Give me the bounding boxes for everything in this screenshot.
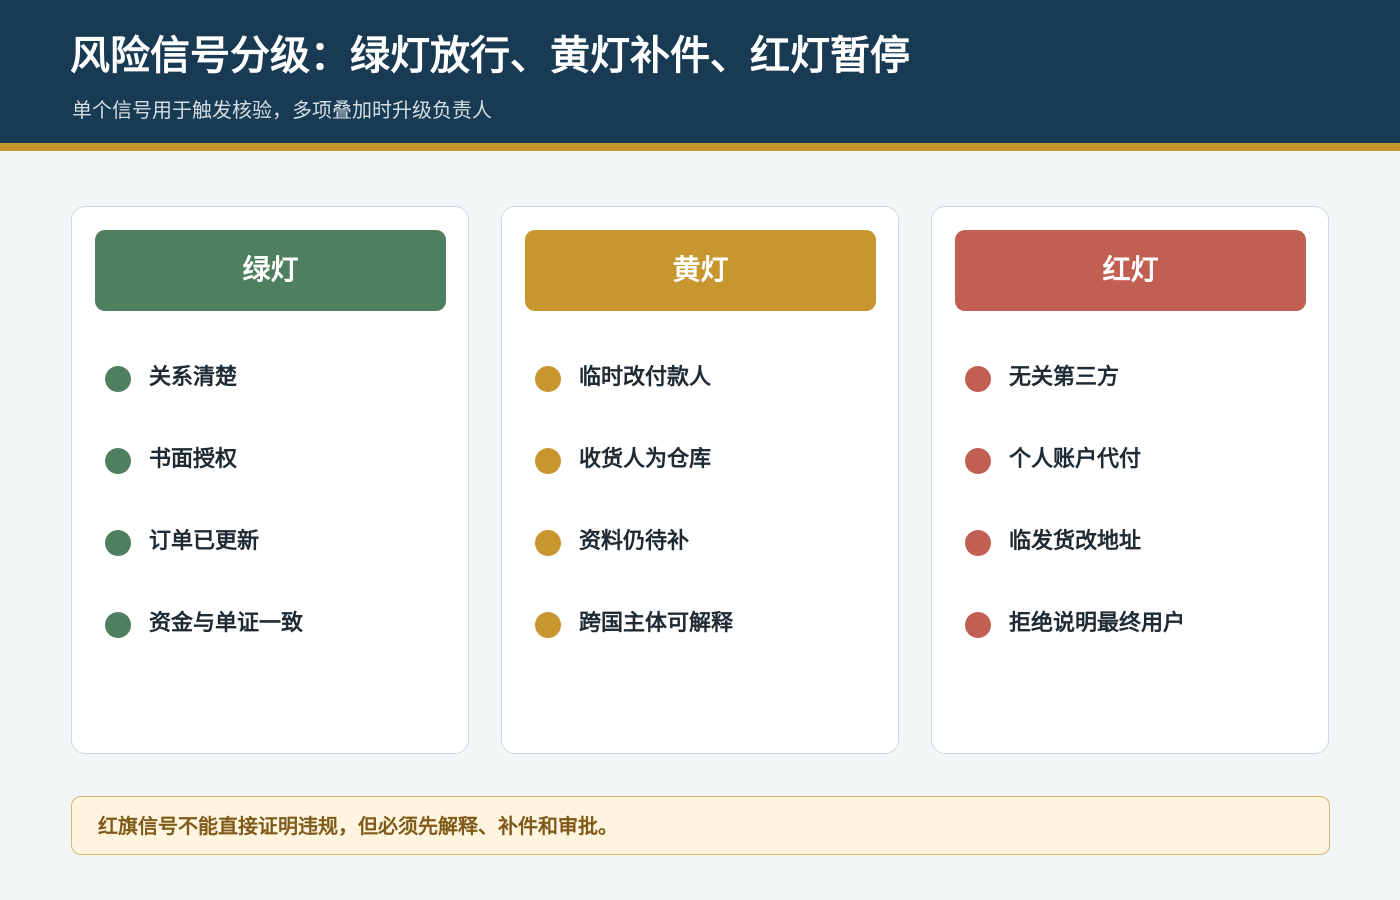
red-dot-icon [965,612,991,638]
yellow-dot-icon [535,612,561,638]
red-dot-icon [965,530,991,556]
green-light-header: 绿灯 [95,230,446,311]
signal-label: 临时改付款人 [579,365,712,390]
header-accent-bar [0,143,1400,151]
signal-label: 书面授权 [149,447,238,472]
signal-label: 关系清楚 [149,365,238,390]
card-green: 绿灯 关系清楚 书面授权 订单已更新 资金与单证一致 [71,206,469,754]
red-dot-icon [965,366,991,392]
signal-label: 收货人为仓库 [579,447,712,472]
signal-label: 订单已更新 [149,529,260,554]
green-dot-icon [105,530,131,556]
signal-label: 跨国主体可解释 [579,611,734,636]
signal-label: 个人账户代付 [1009,447,1142,472]
card-yellow: 黄灯 临时改付款人 收货人为仓库 资料仍待补 跨国主体可解释 [501,206,899,754]
page-title: 风险信号分级：绿灯放行、黄灯补件、红灯暂停 [70,33,910,79]
green-dot-icon [105,612,131,638]
red-light-header: 红灯 [955,230,1306,311]
green-dot-icon [105,366,131,392]
yellow-dot-icon [535,366,561,392]
green-dot-icon [105,448,131,474]
red-dot-icon [965,448,991,474]
yellow-light-header: 黄灯 [525,230,876,311]
card-red: 红灯 无关第三方 个人账户代付 临发货改地址 拒绝说明最终用户 [931,206,1329,754]
header: 风险信号分级：绿灯放行、黄灯补件、红灯暂停 单个信号用于触发核验，多项叠加时升级… [0,0,1400,143]
signal-label: 资料仍待补 [579,529,690,554]
page-subtitle: 单个信号用于触发核验，多项叠加时升级负责人 [72,98,492,122]
signal-label: 无关第三方 [1009,365,1120,390]
signal-label: 拒绝说明最终用户 [1009,611,1186,636]
yellow-dot-icon [535,448,561,474]
yellow-dot-icon [535,530,561,556]
warning-note-text: 红旗信号不能直接证明违规，但必须先解释、补件和审批。 [98,814,618,838]
signal-label: 临发货改地址 [1009,529,1142,554]
signal-label: 资金与单证一致 [149,611,304,636]
warning-note: 红旗信号不能直接证明违规，但必须先解释、补件和审批。 [71,796,1330,855]
